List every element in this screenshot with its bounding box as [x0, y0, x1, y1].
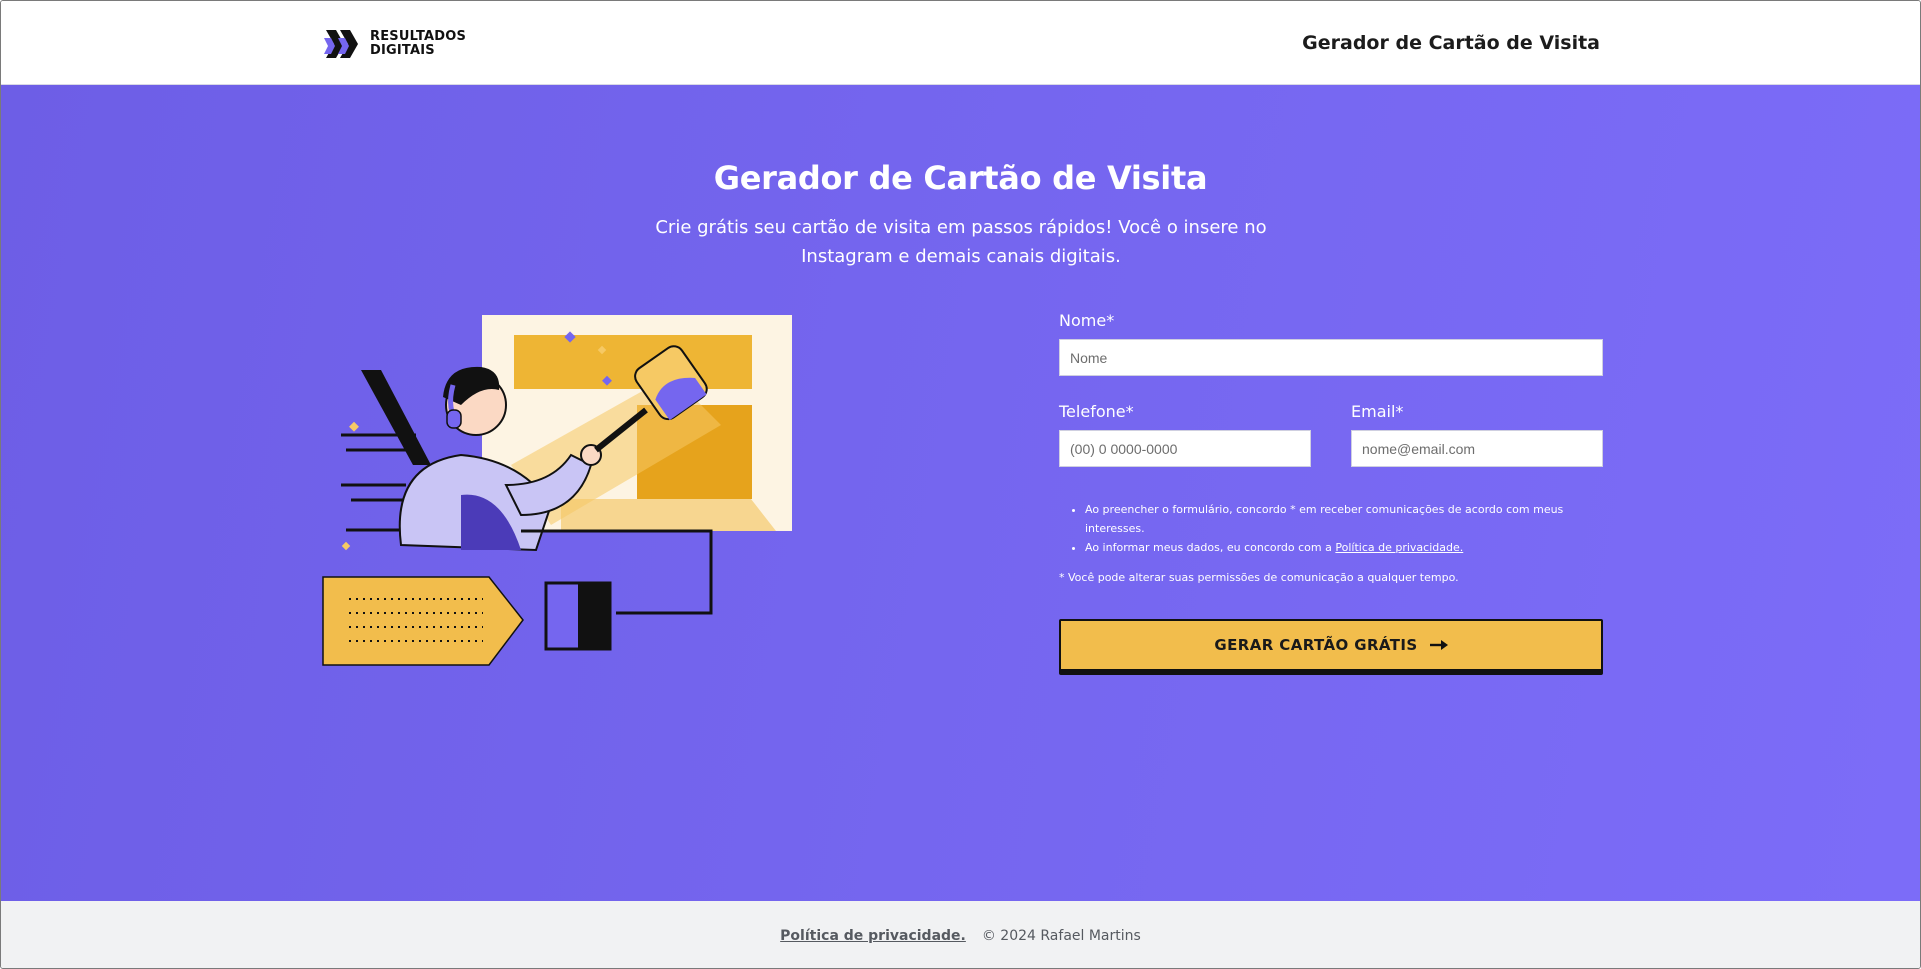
footer-privacy-link[interactable]: Política de privacidade.: [780, 928, 966, 944]
arrow-right-icon: [1429, 640, 1448, 650]
rd-logo-icon: [324, 30, 358, 58]
resultados-digitais-logo[interactable]: RESULTADOS DIGITAIS: [322, 26, 466, 62]
logo-wordmark: RESULTADOS DIGITAIS: [370, 30, 466, 58]
header-title: Gerador de Cartão de Visita: [1302, 32, 1600, 54]
painter-illustration: [322, 315, 792, 666]
consent-list: Ao preencher o formulário, concordo * em…: [1059, 500, 1603, 557]
site-footer: Política de privacidade. © 2024 Rafael M…: [1, 901, 1920, 968]
name-label: Nome*: [1059, 311, 1115, 330]
email-label: Email*: [1351, 402, 1404, 421]
phone-column: Telefone*: [1059, 402, 1311, 467]
footer-copyright: © 2024 Rafael Martins: [981, 927, 1141, 944]
consent-communications: Ao preencher o formulário, concordo * em…: [1085, 500, 1603, 538]
hero-section: Gerador de Cartão de Visita Crie grátis …: [1, 85, 1920, 901]
email-input[interactable]: [1351, 430, 1603, 467]
page-title: Gerador de Cartão de Visita: [713, 159, 1208, 197]
page: RESULTADOS DIGITAIS Gerador de Cartão de…: [0, 0, 1921, 969]
business-card-form: Nome* Telefone* Email* Ao preencher o fo…: [1059, 311, 1603, 671]
name-input[interactable]: [1059, 339, 1603, 376]
privacy-policy-link[interactable]: Política de privacidade.: [1335, 541, 1463, 554]
consent-privacy: Ao informar meus dados, eu concordo com …: [1085, 538, 1603, 557]
logo-line-1: RESULTADOS: [370, 29, 467, 44]
phone-label: Telefone*: [1059, 402, 1134, 421]
consent-privacy-text: Ao informar meus dados, eu concordo com …: [1085, 541, 1336, 554]
permissions-note: * Você pode alterar suas permissões de c…: [1059, 571, 1459, 584]
generate-card-button-label: GERAR CARTÃO GRÁTIS: [1214, 636, 1418, 654]
logo-line-2: DIGITAIS: [370, 43, 435, 58]
site-header: RESULTADOS DIGITAIS Gerador de Cartão de…: [1, 1, 1920, 85]
generate-card-button[interactable]: GERAR CARTÃO GRÁTIS: [1059, 619, 1603, 671]
email-column: Email*: [1351, 402, 1603, 467]
contact-row: Telefone* Email*: [1059, 402, 1603, 467]
page-subtitle: Crie grátis seu cartão de visita em pass…: [655, 217, 1267, 267]
phone-input[interactable]: [1059, 430, 1311, 467]
